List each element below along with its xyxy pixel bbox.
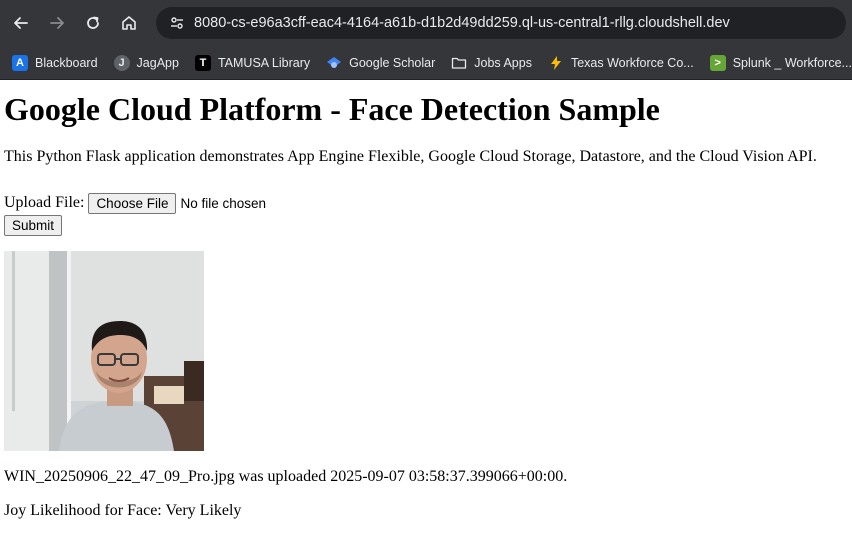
upload-label: Upload File: <box>4 194 85 211</box>
file-status: No file chosen <box>180 195 267 211</box>
forward-icon <box>50 17 64 29</box>
page-content: Google Cloud Platform - Face Detection S… <box>0 90 852 521</box>
bookmark-label: JagApp <box>136 55 179 70</box>
bookmark-tamusa-library[interactable]: T TAMUSA Library <box>189 50 316 76</box>
uploaded-photo <box>4 251 204 451</box>
bookmark-label: TAMUSA Library <box>217 55 311 70</box>
splunk-icon: > <box>709 54 726 71</box>
folder-icon <box>451 55 467 71</box>
joy-likelihood: Joy Likelihood for Face: Very Likely <box>4 502 242 519</box>
google-scholar-icon <box>326 55 342 71</box>
home-button[interactable] <box>114 8 144 38</box>
bookmark-splunk[interactable]: > Splunk _ Workforce... <box>704 50 852 76</box>
address-bar[interactable]: 8080-cs-e96a3cff-eac4-4164-a61b-d1b2d49d… <box>156 7 846 39</box>
bookmark-label: Splunk _ Workforce... <box>732 55 852 70</box>
bookmark-jobs-apps[interactable]: Jobs Apps <box>445 50 538 76</box>
upload-row: Upload File: Choose File No file chosen <box>4 192 848 214</box>
browser-toolbar: 8080-cs-e96a3cff-eac4-4164-a61b-d1b2d49d… <box>0 0 852 46</box>
bookmark-label: Jobs Apps <box>474 55 532 70</box>
bookmark-blackboard[interactable]: A Blackboard <box>6 50 104 76</box>
home-icon <box>122 16 136 30</box>
blackboard-icon: A <box>12 54 28 71</box>
page-description: This Python Flask application demonstrat… <box>4 148 817 165</box>
forward-button[interactable] <box>42 8 72 38</box>
bookmark-google-scholar[interactable]: Google Scholar <box>320 50 441 76</box>
site-settings-icon[interactable] <box>164 10 190 36</box>
upload-form: Upload File: Choose File No file chosen … <box>4 192 848 236</box>
bookmark-texas-workforce[interactable]: Texas Workforce Co... <box>542 50 700 76</box>
page-title: Google Cloud Platform - Face Detection S… <box>4 91 660 127</box>
choose-file-button[interactable]: Choose File <box>88 192 177 214</box>
submit-button[interactable]: Submit <box>4 215 63 236</box>
url-text[interactable]: 8080-cs-e96a3cff-eac4-4164-a61b-d1b2d49d… <box>194 15 730 31</box>
back-button[interactable] <box>6 8 36 38</box>
bookmark-label: Google Scholar <box>349 55 436 70</box>
bookmark-jagapp[interactable]: J JagApp <box>108 50 185 76</box>
reload-button[interactable] <box>78 8 108 38</box>
upload-info: WIN_20250906_22_47_09_Pro.jpg was upload… <box>4 468 568 485</box>
lightning-icon <box>548 55 564 71</box>
reload-icon <box>87 16 99 29</box>
tamusa-library-icon: T <box>194 54 211 71</box>
back-icon <box>14 17 28 29</box>
bookmark-label: Texas Workforce Co... <box>570 55 694 70</box>
bookmark-label: Blackboard <box>35 55 98 70</box>
bookmarks-bar: A Blackboard J JagApp T TAMUSA Library G… <box>0 46 852 80</box>
jagapp-icon: J <box>113 54 130 71</box>
